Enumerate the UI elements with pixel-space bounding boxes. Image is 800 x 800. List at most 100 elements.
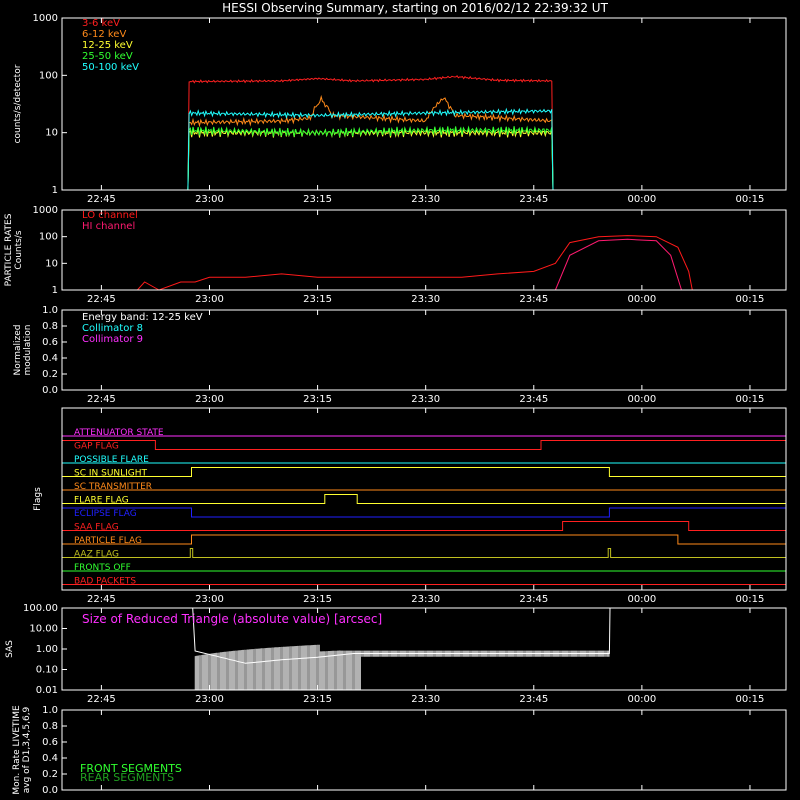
flag-label: AAZ FLAG [74, 550, 119, 560]
legend-entry: 12-25 keV [82, 40, 133, 51]
x-tick-label: 00:00 [627, 294, 656, 305]
count-rate-panel: 1 10 100 1000 22:45 23:00 23:15 23:30 23:45 00:00… [13, 13, 787, 205]
x-tick-label: 00:15 [736, 194, 765, 205]
flag-line [61, 507, 787, 518]
y-tick-label: 0.2 [42, 769, 58, 780]
x-tick-label: 00:15 [736, 394, 765, 405]
y-axis-label: Flags [33, 487, 43, 511]
flag-label: SAA FLAG [74, 523, 119, 533]
y-tick-label: 0.0 [42, 385, 58, 396]
flag-label: SC TRANSMITTER [74, 482, 152, 492]
panel-frame [61, 17, 787, 191]
flag-line [61, 440, 787, 450]
y-axis-label: counts/s/detector [13, 64, 23, 143]
panel-frame [61, 407, 787, 591]
y-tick-label: 0.4 [42, 753, 58, 764]
y-tick-label: 10 [45, 128, 58, 139]
x-tick-label: 23:45 [519, 594, 548, 605]
legend-entry: 25-50 keV [82, 51, 133, 62]
flag-label: SC IN SUNLIGHT [74, 469, 148, 479]
series-line-6-12-kev [62, 94, 786, 191]
flag-label: ECLIPSE FLAG [74, 509, 137, 519]
y-tick-label: 10 [45, 258, 58, 269]
legend-entry: LO channel [82, 210, 138, 221]
x-tick-label: 23:30 [411, 194, 440, 205]
series-line-12-25-kev [62, 127, 786, 191]
y-axis-label: SAS [5, 640, 15, 658]
y-tick-label: 1000 [33, 205, 58, 216]
x-tick-label: 23:30 [411, 294, 440, 305]
panels: 1 10 100 1000 22:45 23:00 23:15 23:30 23:45 00:00… [4, 13, 787, 796]
legend-entry: 50-100 keV [82, 62, 139, 73]
x-tick-label: 23:00 [195, 694, 224, 705]
y-tick-label: 0.01 [36, 685, 58, 696]
x-tick-label: 23:00 [195, 194, 224, 205]
legend-entry: Collimator 9 [82, 334, 143, 345]
flag-line [62, 521, 786, 531]
x-tick-label: 23:30 [411, 594, 440, 605]
flag-line [62, 467, 786, 477]
livetime-panel: 0.0 0.2 0.4 0.6 0.8 1.0 Mon. Rate LIVETIME avg … [12, 705, 787, 796]
x-tick-label: 23:15 [303, 194, 332, 205]
y-axis-label: modulation [23, 325, 33, 376]
y-tick-label: 100 [39, 70, 58, 81]
y-tick-label: 1 [52, 285, 58, 296]
figure-title: HESSI Observing Summary, starting on 201… [222, 1, 608, 15]
x-tick-label: 22:45 [87, 594, 116, 605]
flag-label: GAP FLAG [74, 442, 119, 452]
x-tick-label: 23:15 [303, 394, 332, 405]
legend-entry: HI channel [82, 221, 135, 232]
x-tick-label: 23:45 [519, 694, 548, 705]
y-tick-label: 100.00 [23, 603, 58, 614]
y-axis-label: Normalized [13, 324, 23, 375]
x-tick-label: 00:00 [627, 694, 656, 705]
y-tick-label: 0.8 [42, 721, 58, 732]
x-tick-label: 00:00 [627, 594, 656, 605]
y-tick-label: 0.6 [42, 337, 58, 348]
y-tick-label: 0.0 [42, 785, 58, 796]
sas-series-envelope [194, 644, 610, 690]
y-tick-label: 100 [39, 232, 58, 243]
y-tick-label: 1.0 [42, 705, 58, 716]
x-tick-label: 00:15 [736, 694, 765, 705]
y-axis-label: PARTICLE RATES [4, 213, 14, 286]
y-tick-label: 0.6 [42, 737, 58, 748]
particle-rate-panel: 1 10 100 1000 22:45 23:00 23:15 23:30 23:45 00:00… [4, 205, 787, 305]
y-tick-label: 1 [52, 185, 58, 196]
y-tick-label: 1.0 [42, 305, 58, 316]
y-tick-label: 10.00 [29, 624, 58, 635]
legend-entry: REAR SEGMENTS [80, 771, 174, 784]
x-tick-label: 00:15 [736, 294, 765, 305]
modulation-panel: 0.0 0.2 0.4 0.6 0.8 1.0 22:45 23:00 23:15 23:30 23… [13, 305, 787, 405]
flag-line [62, 494, 786, 504]
y-tick-label: 1.00 [36, 644, 58, 655]
x-tick-label: 00:00 [627, 394, 656, 405]
sas-annotation: Size of Reduced Triangle (absolute value… [82, 612, 382, 626]
flag-line [62, 534, 786, 545]
x-tick-label: 23:45 [519, 294, 548, 305]
hessi-summary-figure: HESSI Observing Summary, starting on 201… [0, 0, 800, 800]
x-tick-label: 22:45 [87, 694, 116, 705]
sas-panel: 0.01 0.10 1.00 10.00 100.00 22:45 23:00 23:15 23… [5, 603, 787, 705]
flag-label: FLARE FLAG [74, 496, 129, 506]
y-tick-label: 0.8 [42, 321, 58, 332]
y-tick-label: 0.4 [42, 353, 58, 364]
y-axis-label: Counts/s [14, 230, 24, 269]
series-line-hi-channel [554, 238, 682, 291]
flag-line [62, 548, 786, 558]
y-tick-label: 0.10 [36, 665, 58, 676]
flags-panel: ATTENUATOR STATE GAP FLAG POSSIBLE FLARE SC… [33, 407, 787, 605]
x-tick-label: 23:15 [303, 294, 332, 305]
x-tick-label: 23:15 [303, 694, 332, 705]
x-tick-label: 23:00 [195, 594, 224, 605]
flag-label: ATTENUATOR STATE [74, 428, 164, 438]
x-tick-label: 23:15 [303, 594, 332, 605]
flag-label: BAD PACKETS [74, 577, 136, 587]
x-tick-label: 23:45 [519, 194, 548, 205]
x-tick-label: 00:00 [627, 194, 656, 205]
x-tick-label: 00:15 [736, 594, 765, 605]
flag-label: FRONTS OFF [74, 563, 131, 573]
y-axis-label: Mon. Rate LIVETIME [12, 705, 22, 795]
x-tick-label: 23:45 [519, 394, 548, 405]
x-tick-label: 22:45 [87, 294, 116, 305]
